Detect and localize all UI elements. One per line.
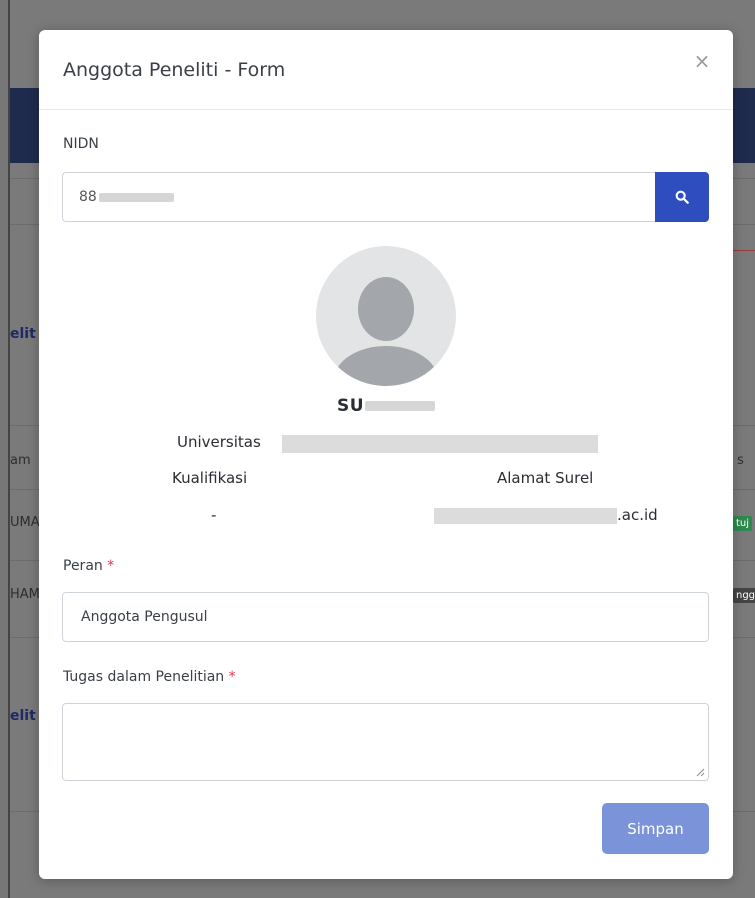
background-status-badge: tuj (733, 516, 753, 531)
nidn-label: NIDN (63, 136, 99, 152)
required-marker: * (107, 558, 115, 574)
redacted-university (282, 435, 598, 453)
search-button[interactable] (655, 172, 709, 222)
anggota-peneliti-form-modal: Anggota Peneliti - Form × NIDN 88 SU Uni… (39, 30, 733, 879)
search-icon (675, 190, 689, 204)
redacted-name (365, 401, 436, 411)
nidn-value: 88 (79, 189, 97, 205)
close-icon[interactable]: × (691, 50, 713, 72)
email-value: .ac.id (617, 506, 658, 524)
redacted-nidn (98, 192, 174, 202)
role-select[interactable]: Anggota Pengusul (62, 592, 709, 642)
background-column-header: s (737, 453, 744, 468)
researcher-name-text: SU (336, 396, 365, 416)
task-textarea[interactable] (62, 703, 709, 781)
role-label: Peran * (63, 558, 114, 574)
background-status-badge: ngg (733, 588, 755, 603)
background-column-header: am (10, 453, 31, 468)
background-heading: elit (10, 708, 36, 724)
modal-title: Anggota Peneliti - Form (63, 59, 286, 81)
task-label: Tugas dalam Penelitian * (63, 669, 236, 685)
save-button[interactable]: Simpan (602, 803, 709, 854)
resize-handle-icon[interactable] (695, 767, 705, 777)
university-label: Universitas (177, 433, 261, 451)
redacted-email (434, 508, 617, 524)
required-marker: * (228, 669, 236, 685)
email-label: Alamat Surel (497, 469, 594, 487)
researcher-name: SU (39, 396, 733, 416)
qualification-label: Kualifikasi (172, 469, 248, 487)
role-label-text: Peran (63, 558, 103, 574)
qualification-value: - (211, 506, 217, 524)
background-table-cell: HAM (10, 587, 40, 602)
task-label-text: Tugas dalam Penelitian (63, 669, 225, 685)
role-selected-value: Anggota Pengusul (81, 609, 208, 625)
nidn-input[interactable]: 88 (62, 172, 655, 222)
background-table-cell: UMA (10, 515, 40, 530)
nidn-input-group: 88 (62, 172, 709, 222)
background-heading: elit (10, 326, 36, 342)
modal-header: Anggota Peneliti - Form × (39, 30, 733, 110)
user-avatar-icon (316, 246, 456, 386)
